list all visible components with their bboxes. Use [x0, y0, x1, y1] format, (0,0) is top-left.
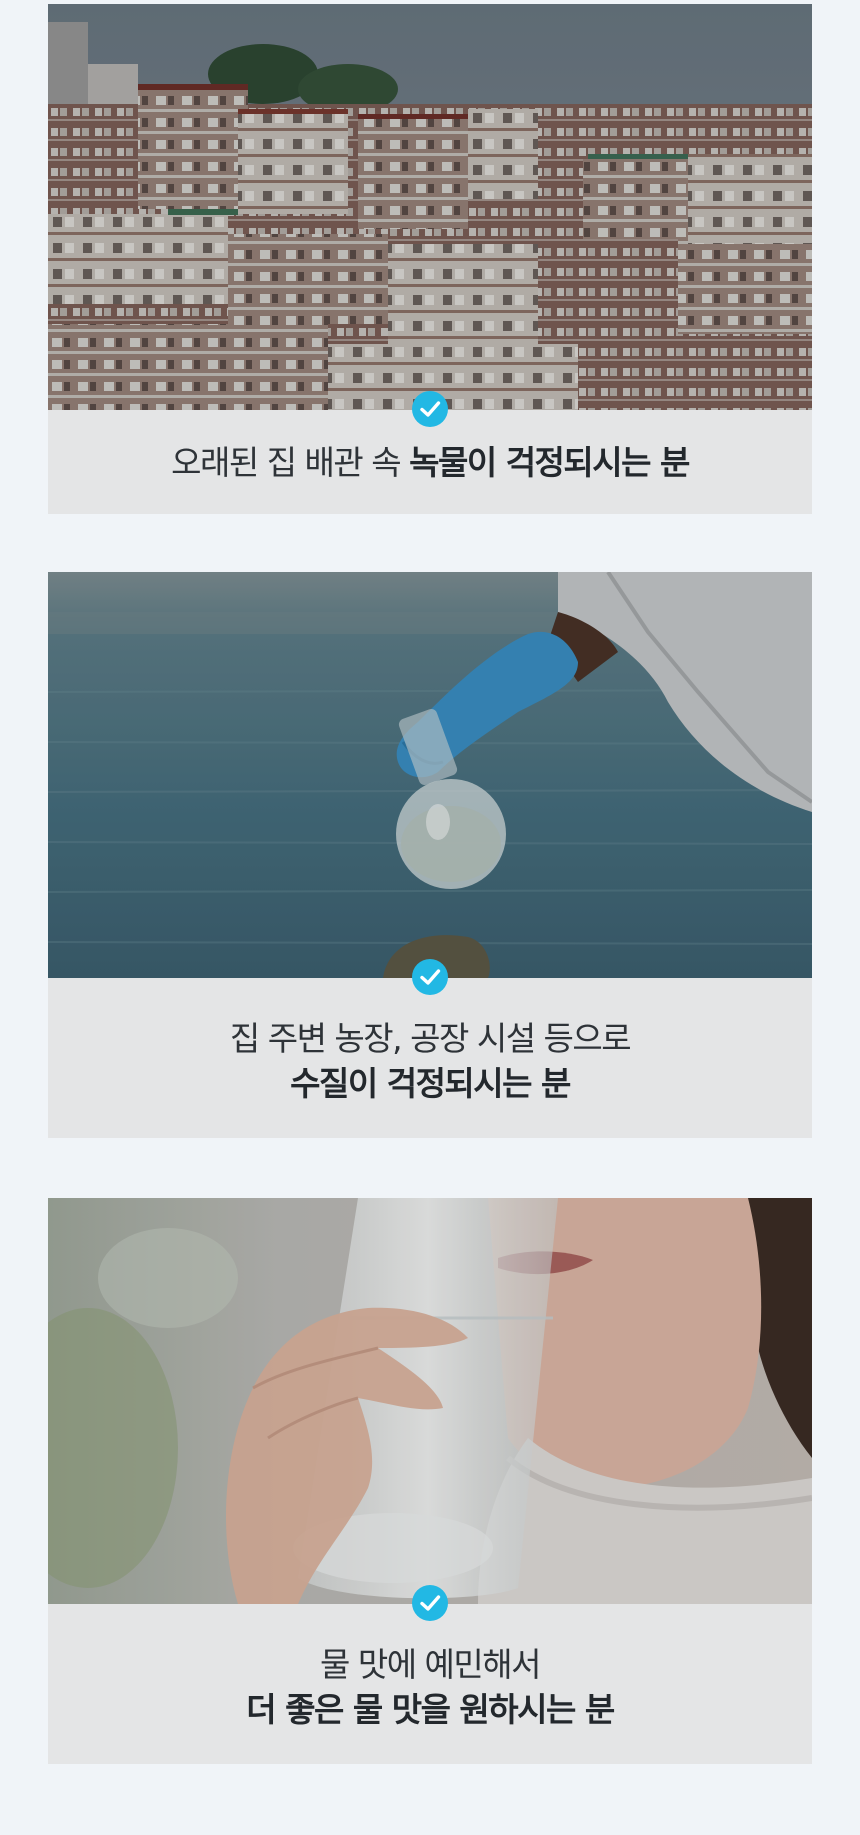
caption-box: 물 맛에 예민해서 더 좋은 물 맛을 원하시는 분: [48, 1585, 812, 1764]
caption-line: 오래된 집 배관 속 녹물이 걱정되시는 분: [48, 440, 812, 485]
caption-bold-text: 녹물이 걱정되시는 분: [409, 443, 690, 482]
drinking-water-photo: [48, 1198, 812, 1604]
caption-line-1: 집 주변 농장, 공장 시설 등으로: [229, 1019, 632, 1058]
water-sample-photo: [48, 572, 812, 978]
caption-line-2: 더 좋은 물 맛을 원하시는 분: [246, 1690, 615, 1729]
caption-line-2: 수질이 걱정되시는 분: [290, 1064, 571, 1103]
checkmark-icon: [412, 391, 448, 427]
checkmark-icon: [412, 959, 448, 995]
checkmark-icon: [412, 1585, 448, 1621]
card-water-taste: 물 맛에 예민해서 더 좋은 물 맛을 원하시는 분: [48, 1198, 812, 1764]
card-water-quality: 집 주변 농장, 공장 시설 등으로 수질이 걱정되시는 분: [48, 572, 812, 1138]
caption-box: 집 주변 농장, 공장 시설 등으로 수질이 걱정되시는 분: [48, 959, 812, 1138]
caption-line-1: 물 맛에 예민해서: [320, 1645, 542, 1684]
caption-box: 오래된 집 배관 속 녹물이 걱정되시는 분: [48, 391, 812, 514]
card-rusty-pipes: 오래된 집 배관 속 녹물이 걱정되시는 분: [48, 4, 812, 514]
caption-light-text: 오래된 집 배관 속: [171, 443, 410, 482]
old-houses-photo: [48, 4, 812, 410]
